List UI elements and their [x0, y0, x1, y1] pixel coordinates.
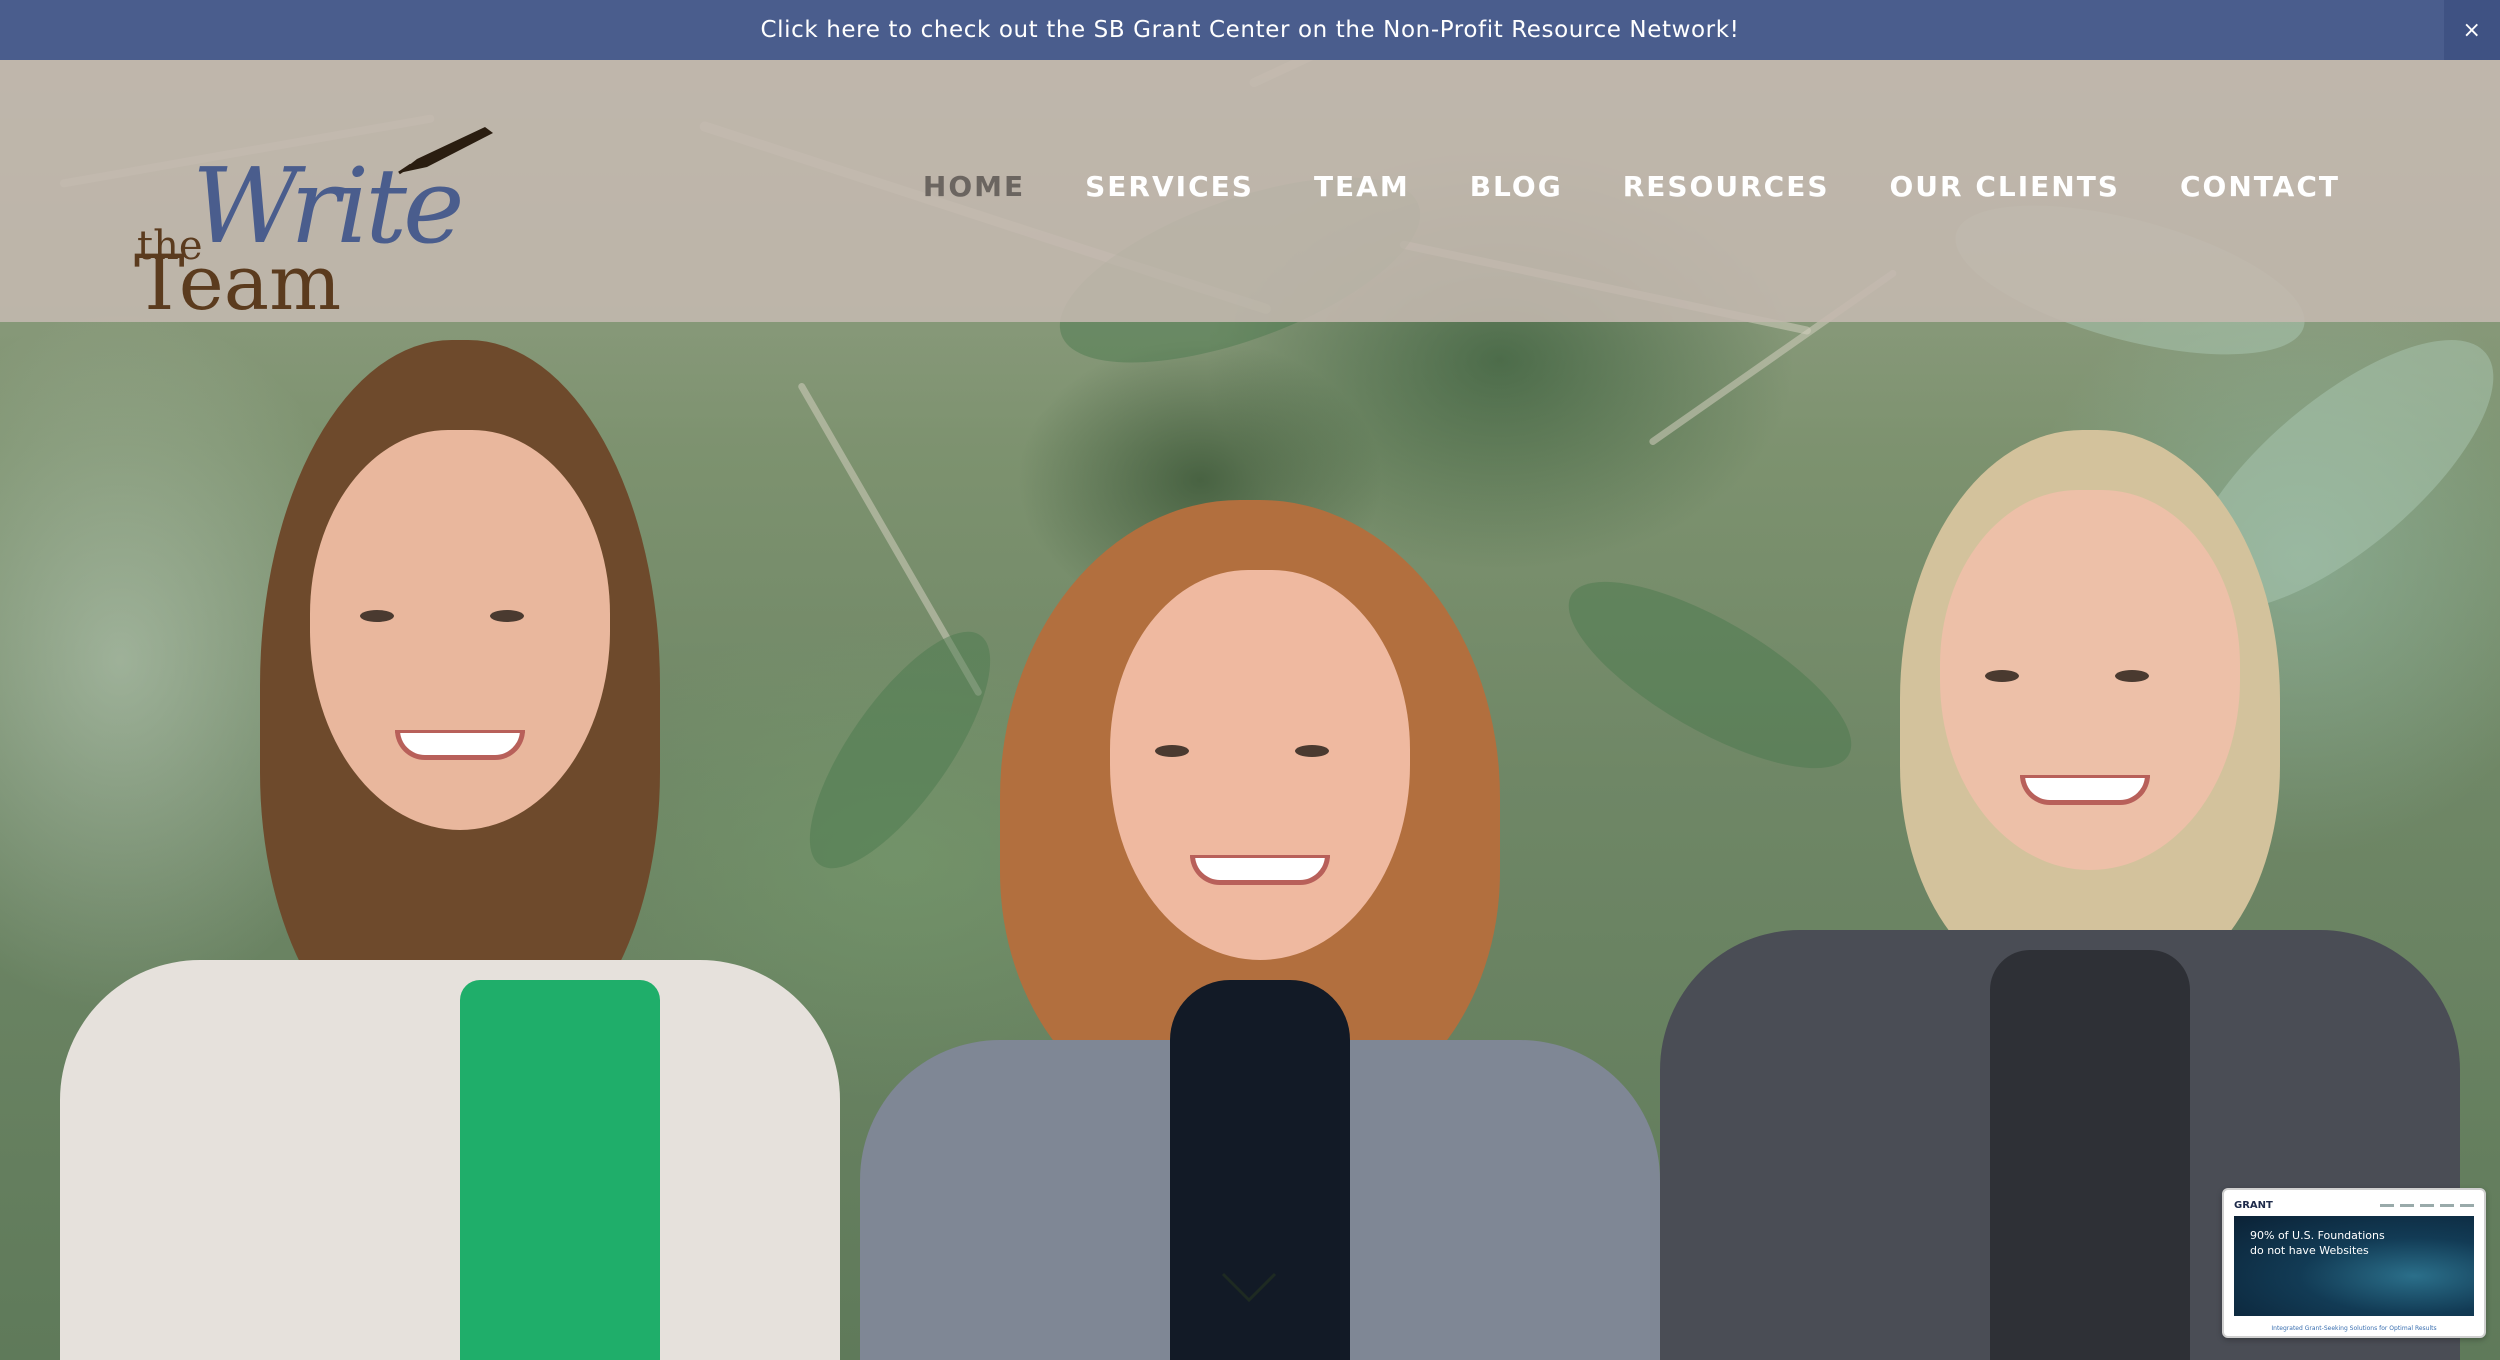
eye [1155, 745, 1189, 757]
person-middle [830, 500, 1690, 1360]
nav-contact[interactable]: CONTACT [2150, 170, 2370, 203]
face [1940, 490, 2240, 870]
smile [2020, 775, 2150, 805]
preview-footer-text: Integrated Grant-Seeking Solutions for O… [2271, 1325, 2437, 1332]
close-icon[interactable]: × [2444, 0, 2500, 60]
chevron-down-icon[interactable] [1220, 1270, 1278, 1306]
smile [395, 730, 525, 760]
pen-icon [398, 127, 493, 175]
jacket [60, 960, 840, 1360]
eye [360, 610, 394, 622]
announcement-text[interactable]: Click here to check out the SB Grant Cen… [761, 17, 1740, 43]
nav-home[interactable]: HOME [893, 170, 1055, 203]
smile [1190, 855, 1330, 885]
face [310, 430, 610, 830]
site-preview-thumbnail[interactable]: GRANT 90% of U.S. Foundations do not hav… [2222, 1188, 2486, 1338]
preview-brand: GRANT [2234, 1199, 2273, 1211]
preview-nav-links [2380, 1203, 2474, 1207]
dark-top [1990, 950, 2190, 1360]
eye [490, 610, 524, 622]
main-nav: HOME SERVICES TEAM BLOG RESOURCES OUR CL… [893, 170, 2370, 203]
nav-blog[interactable]: BLOG [1440, 170, 1593, 203]
nav-services[interactable]: SERVICES [1055, 170, 1284, 203]
eye [2115, 670, 2149, 682]
eye [1985, 670, 2019, 682]
preview-nav: GRANT [2234, 1196, 2474, 1214]
announcement-bar[interactable]: Click here to check out the SB Grant Cen… [0, 0, 2500, 60]
nav-team[interactable]: TEAM [1284, 170, 1440, 203]
preview-headline: 90% of U.S. Foundations do not have Webs… [2250, 1229, 2385, 1257]
eye [1295, 745, 1329, 757]
nav-our-clients[interactable]: OUR CLIENTS [1859, 170, 2149, 203]
face [1110, 570, 1410, 960]
site-logo[interactable]: the Write Team [132, 105, 493, 321]
person-left [60, 340, 860, 1360]
green-top [460, 980, 660, 1360]
site-header: the Write Team HOME SERVICES TEAM BLOG R… [0, 60, 2500, 322]
logo-team: Team [134, 238, 342, 327]
nav-resources[interactable]: RESOURCES [1593, 170, 1860, 203]
